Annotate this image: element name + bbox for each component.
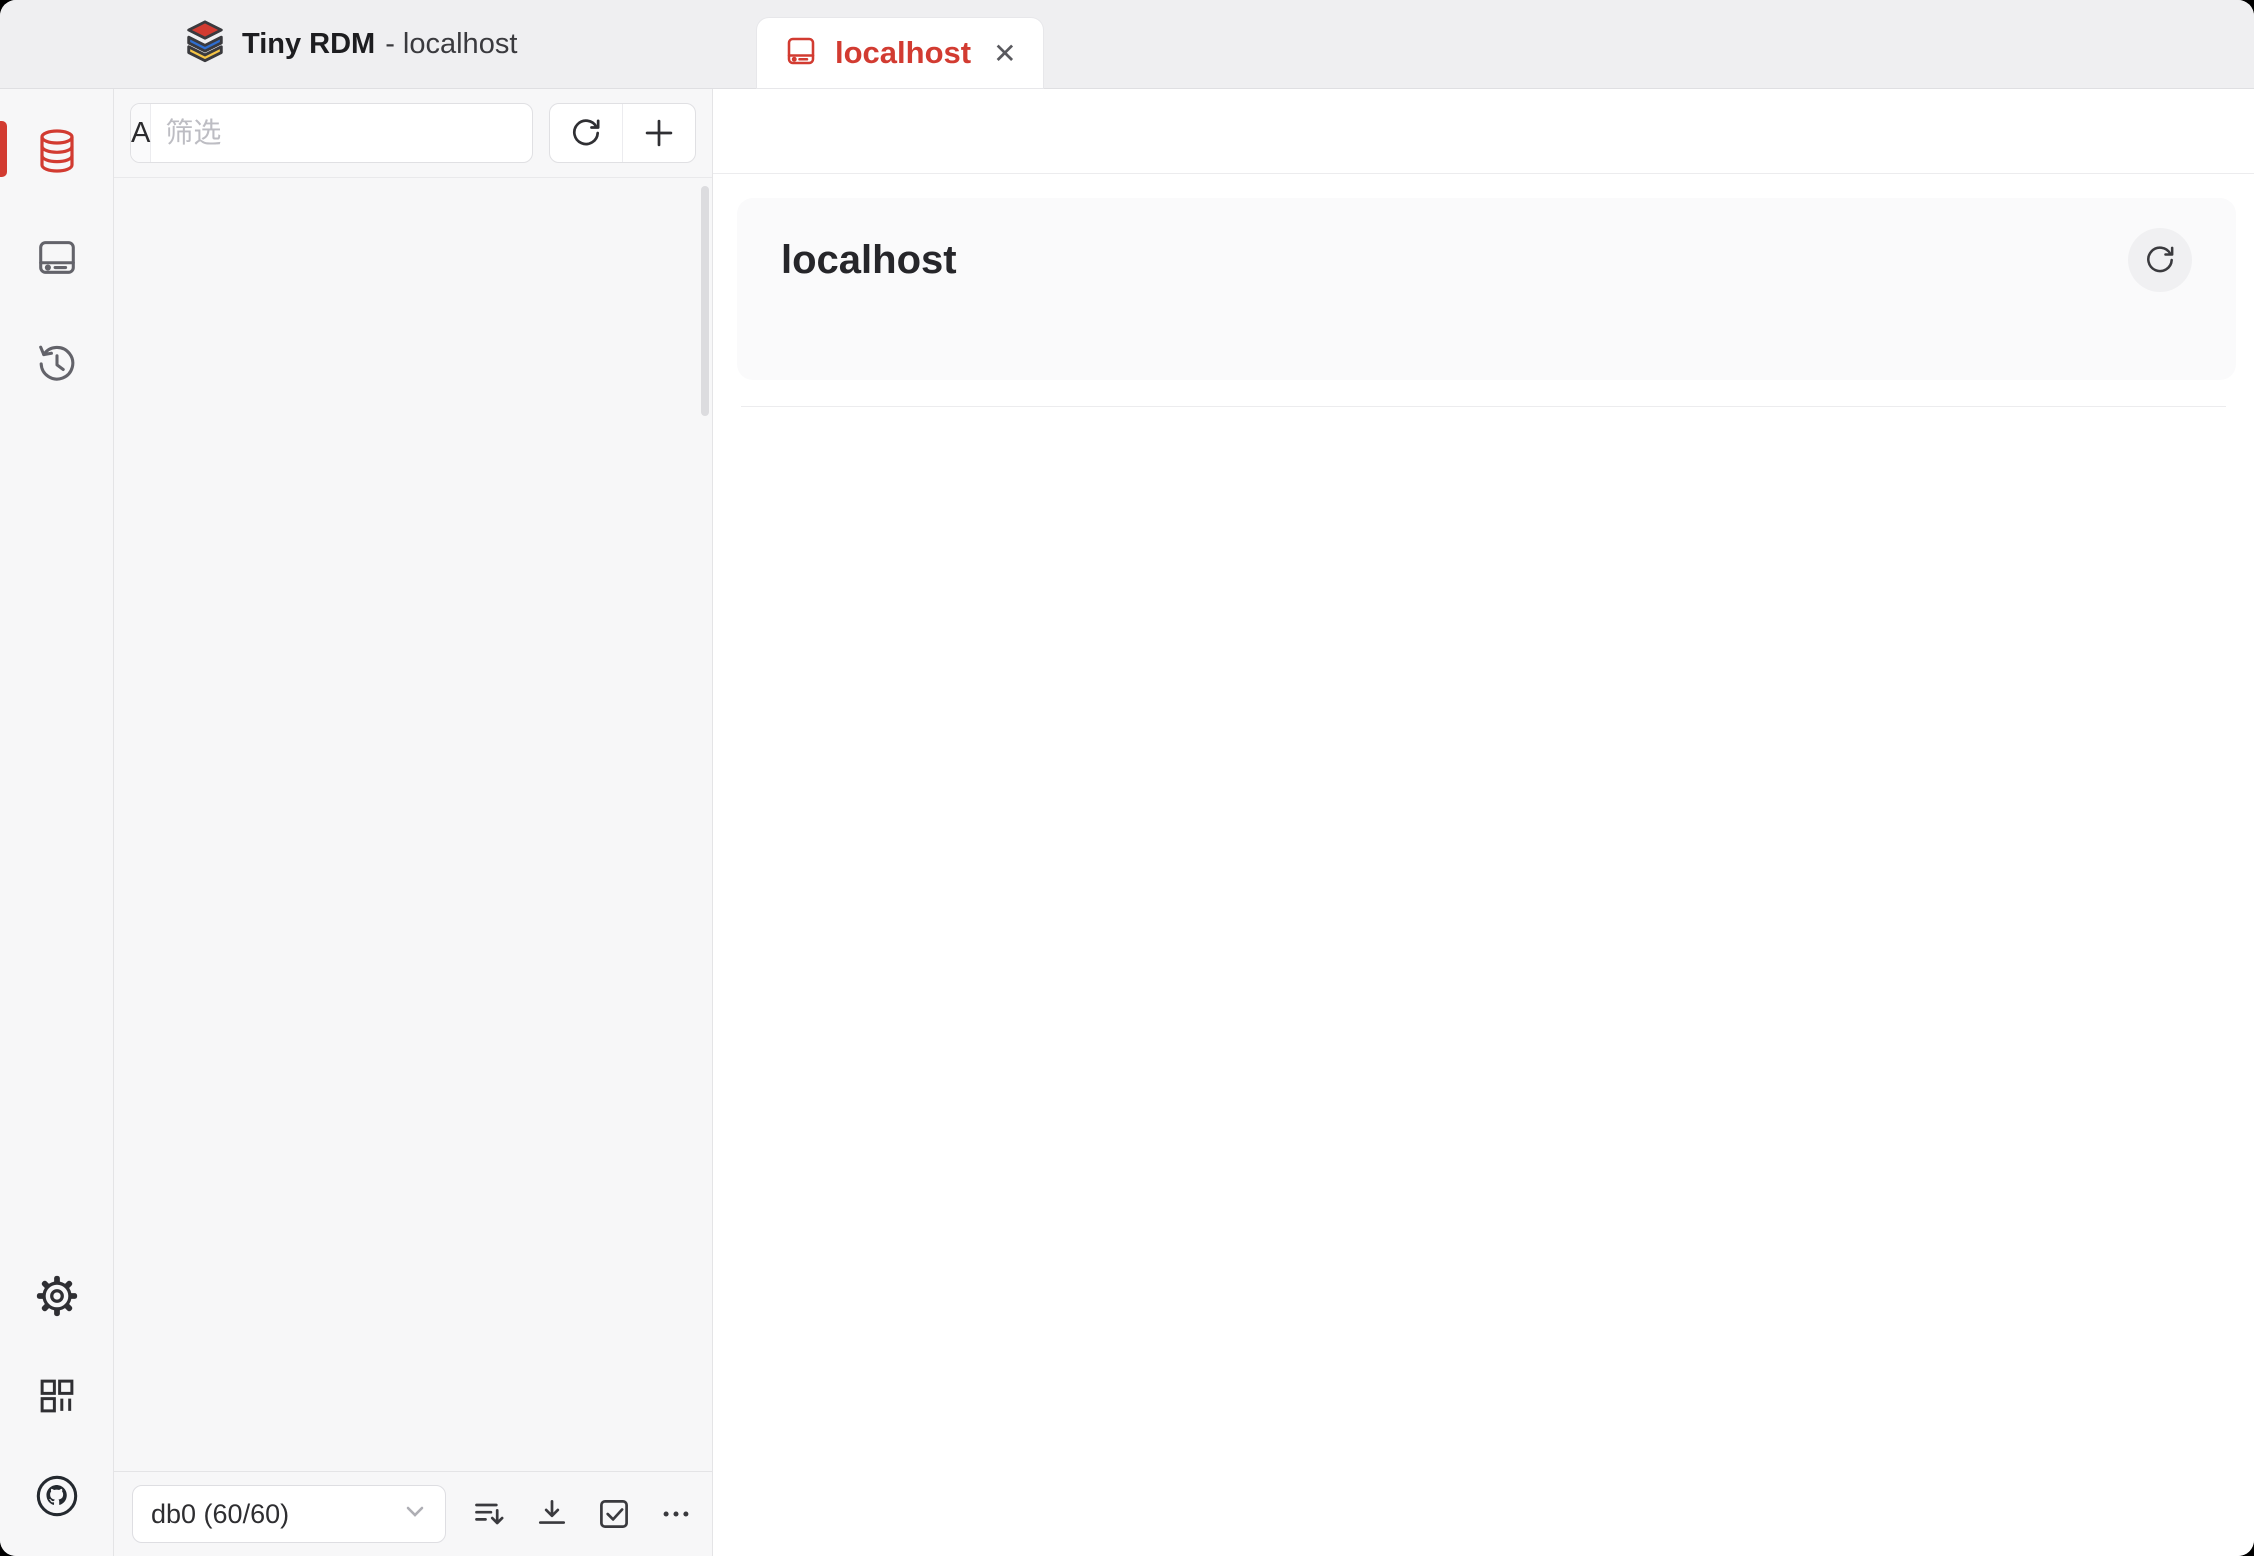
- maximize-window-button[interactable]: [116, 31, 142, 57]
- active-rail-indicator: [0, 121, 7, 177]
- key-tree: [114, 178, 712, 1471]
- left-rail: [0, 89, 114, 1556]
- refresh-status-button[interactable]: [2128, 228, 2192, 292]
- filter-box: A ?: [130, 103, 533, 163]
- more-actions-button[interactable]: [658, 1496, 694, 1532]
- minimize-window-button[interactable]: [75, 31, 101, 57]
- filter-row: A ?: [114, 89, 712, 178]
- charts-grid: [741, 407, 2226, 1556]
- rail-item-settings[interactable]: [31, 1270, 83, 1322]
- load-more-button[interactable]: [472, 1496, 508, 1532]
- window-title-suffix: - localhost: [385, 27, 518, 60]
- rail-item-github[interactable]: [31, 1470, 83, 1522]
- app-logo-icon: [182, 19, 228, 70]
- checkbox-mode-button[interactable]: [596, 1496, 632, 1532]
- add-key-button[interactable]: [622, 104, 695, 162]
- database-select[interactable]: db0 (60/60): [132, 1485, 446, 1543]
- tree-actions: [549, 103, 696, 163]
- window-controls: [34, 31, 142, 57]
- window-title-app: Tiny RDM: [242, 27, 376, 60]
- nav-tabs: [713, 89, 2254, 174]
- load-all-button[interactable]: [534, 1496, 570, 1532]
- sidebar-status-bar: db0 (60/60): [114, 1471, 712, 1556]
- rail-item-history[interactable]: [31, 337, 83, 389]
- server-name: localhost: [781, 237, 957, 282]
- app-window: Tiny RDM - localhost localhost ✕ A 筛选 db…: [0, 0, 2254, 1556]
- title-area: Tiny RDM - localhost: [0, 0, 747, 88]
- rail-item-browser[interactable]: [31, 125, 83, 177]
- connection-tab-strip: localhost ✕: [747, 0, 2254, 88]
- rail-item-extensions[interactable]: [31, 1370, 83, 1422]
- refresh-keys-button[interactable]: [550, 104, 622, 162]
- server-status-card: localhost: [737, 198, 2236, 380]
- window-title: Tiny RDM - localhost: [242, 28, 517, 61]
- database-select-value: db0 (60/60): [151, 1498, 290, 1529]
- server-icon: [783, 33, 819, 74]
- close-tab-icon[interactable]: ✕: [993, 37, 1016, 70]
- sidebar: A ?: [114, 89, 713, 1556]
- match-mode-button[interactable]: A: [131, 104, 152, 162]
- tab-label: localhost: [835, 35, 972, 70]
- filter-input[interactable]: [151, 117, 532, 149]
- rail-item-server[interactable]: [31, 231, 83, 283]
- chevron-down-icon: [403, 1499, 427, 1530]
- close-window-button[interactable]: [34, 31, 60, 57]
- main-content: localhost: [713, 89, 2254, 1556]
- activity-panel: [713, 380, 2254, 1556]
- tab-localhost[interactable]: localhost ✕: [757, 18, 1043, 88]
- title-bar: Tiny RDM - localhost localhost ✕: [0, 0, 2254, 89]
